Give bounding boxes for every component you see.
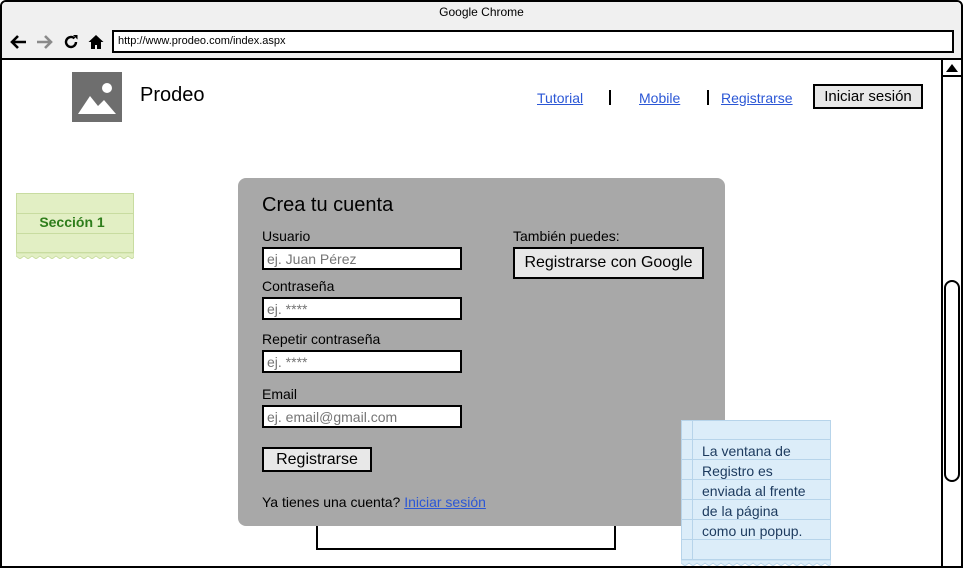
username-label: Usuario xyxy=(262,228,311,244)
email-label: Email xyxy=(262,386,298,402)
nav-link-mobile[interactable]: Mobile xyxy=(639,90,680,106)
annotation-line: La ventana de xyxy=(702,443,791,459)
window-title: Google Chrome xyxy=(2,2,961,24)
vertical-scrollbar[interactable] xyxy=(941,60,961,566)
repeat-password-input[interactable] xyxy=(262,350,462,373)
nav-link-tutorial[interactable]: Tutorial xyxy=(537,90,583,106)
already-account-text: Ya tienes una cuenta? Iniciar sesión xyxy=(262,494,486,510)
brand-name: Prodeo xyxy=(140,84,205,106)
scroll-thumb[interactable] xyxy=(944,280,960,482)
login-button[interactable]: Iniciar sesión xyxy=(813,84,923,109)
forward-arrow-icon[interactable] xyxy=(34,31,56,53)
home-icon[interactable] xyxy=(85,31,107,53)
note-torn-edge xyxy=(681,560,831,566)
already-account-label: Ya tienes una cuenta? xyxy=(262,494,401,510)
username-input[interactable] xyxy=(262,247,462,270)
annotation-text: La ventana de Registro es enviada al fre… xyxy=(702,441,822,541)
password-label: Contraseña xyxy=(262,278,335,294)
reload-icon[interactable] xyxy=(60,31,82,53)
login-link[interactable]: Iniciar sesión xyxy=(404,494,486,510)
image-placeholder-icon xyxy=(72,72,122,122)
section-note-label: Sección 1 xyxy=(39,214,105,230)
nav-link-registrarse[interactable]: Registrarse xyxy=(721,90,793,106)
email-input[interactable] xyxy=(262,405,462,428)
address-bar[interactable]: http://www.prodeo.com/index.aspx xyxy=(112,30,954,53)
password-input[interactable] xyxy=(262,297,462,320)
repeat-password-label: Repetir contraseña xyxy=(262,331,381,347)
note-torn-edge xyxy=(16,253,134,259)
page-viewport: Prodeo Tutorial Mobile Registrarse Inici… xyxy=(2,60,943,566)
google-signup-button[interactable]: Registrarse con Google xyxy=(513,247,704,279)
annotation-line: como un popup. xyxy=(702,523,803,539)
annotation-line: enviada al frente xyxy=(702,483,806,499)
scroll-up-arrow-icon[interactable] xyxy=(943,60,961,77)
back-arrow-icon[interactable] xyxy=(7,31,29,53)
browser-window: Google Chrome http://www.prodeo.com/inde… xyxy=(0,0,963,568)
nav-separator xyxy=(707,90,709,105)
register-button[interactable]: Registrarse xyxy=(262,447,372,472)
section-note: Sección 1 xyxy=(16,193,134,253)
annotation-note: La ventana de Registro es enviada al fre… xyxy=(681,420,831,560)
annotation-line: Registro es xyxy=(702,463,773,479)
background-panel xyxy=(316,526,616,550)
browser-toolbar: http://www.prodeo.com/index.aspx xyxy=(2,24,961,60)
popup-title: Crea tu cuenta xyxy=(262,194,394,216)
alt-signup-label: También puedes: xyxy=(513,228,620,244)
signup-popup: Crea tu cuenta Usuario Contraseña Repeti… xyxy=(238,178,725,526)
annotation-line: de la página xyxy=(702,503,779,519)
nav-separator xyxy=(609,90,611,105)
